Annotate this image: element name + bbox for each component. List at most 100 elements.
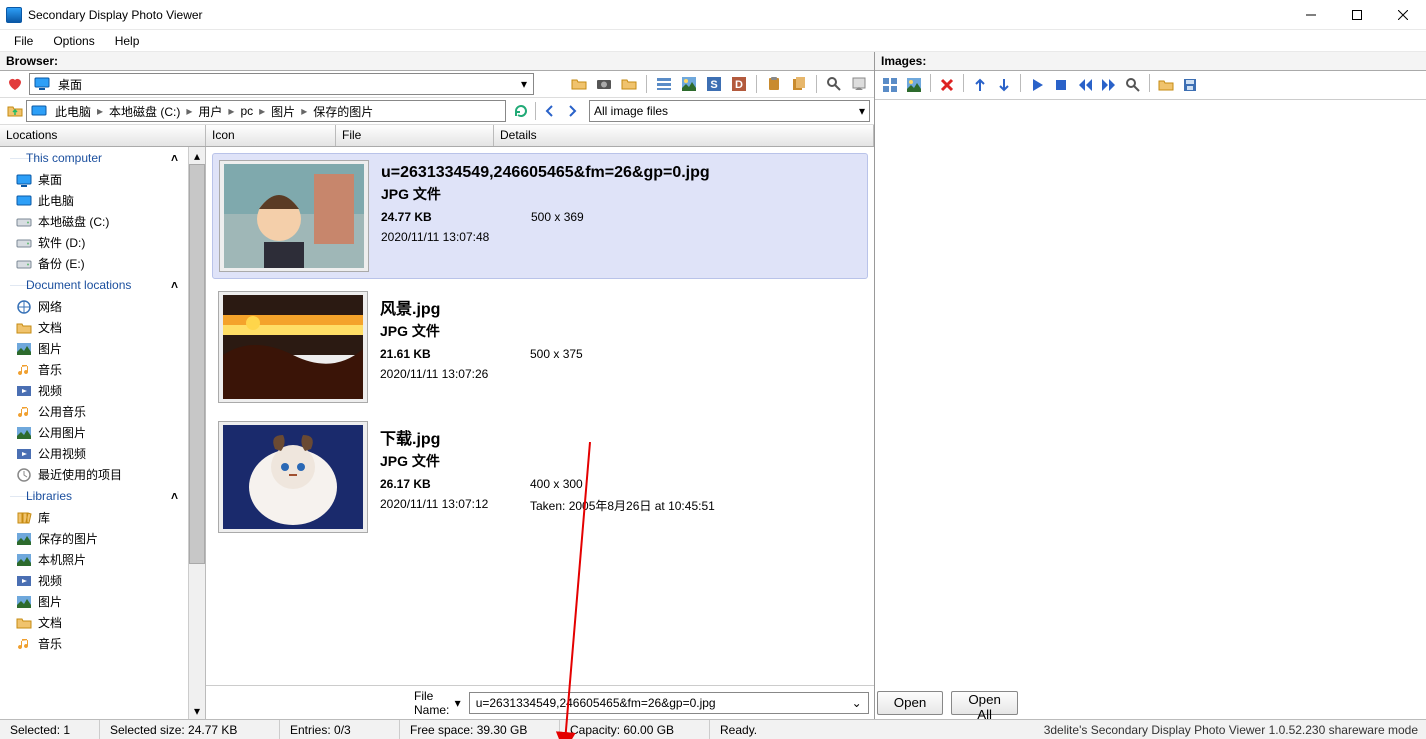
locations-scrollbar[interactable]: ▴ ▾ (188, 147, 205, 719)
maximize-button[interactable] (1334, 0, 1380, 30)
filter-label: All image files (594, 104, 859, 118)
open-button[interactable]: Open (877, 691, 944, 715)
location-item[interactable]: 文档 (0, 317, 188, 338)
location-item[interactable]: 视频 (0, 380, 188, 401)
dup-paste-icon[interactable] (788, 73, 810, 95)
location-label: 文档 (38, 319, 62, 336)
up-folder-icon[interactable] (4, 100, 26, 122)
file-type: JPG 文件 (381, 184, 861, 204)
search-icon[interactable] (823, 73, 845, 95)
breadcrumb[interactable]: 此电脑 ▸ 本地磁盘 (C:) ▸ 用户 ▸ pc ▸ 图片 ▸ 保存的图片 (26, 100, 506, 122)
location-item[interactable]: 备份 (E:) (0, 253, 188, 274)
nav-fwd-icon[interactable] (561, 100, 583, 122)
file-date: 2020/11/11 13:07:12 (380, 497, 530, 514)
collapse-icon[interactable]: ˄ (171, 489, 178, 503)
location-item[interactable]: 公用图片 (0, 422, 188, 443)
zoom-icon[interactable] (1122, 74, 1144, 96)
camera-icon[interactable] (593, 73, 615, 95)
locations-section[interactable]: This computer˄ (0, 147, 188, 169)
menu-options[interactable]: Options (43, 32, 104, 50)
location-item[interactable]: 音乐 (0, 633, 188, 654)
location-item[interactable]: 此电脑 (0, 190, 188, 211)
status-free-space: Free space: 39.30 GB (400, 720, 560, 739)
file-dimensions: 500 x 369 (531, 210, 584, 224)
open-folder-icon[interactable] (568, 73, 590, 95)
forward-icon[interactable] (1098, 74, 1120, 96)
col-details[interactable]: Details (494, 125, 874, 146)
location-item[interactable]: 网络 (0, 296, 188, 317)
menu-help[interactable]: Help (105, 32, 150, 50)
detail-d-icon[interactable]: D (728, 73, 750, 95)
col-locations[interactable]: Locations (0, 125, 206, 146)
status-ready: Ready. (710, 720, 875, 739)
location-item[interactable]: 公用音乐 (0, 401, 188, 422)
music-icon (16, 404, 32, 420)
location-label: 软件 (D:) (38, 234, 85, 251)
breadcrumb-seg[interactable]: 用户 (194, 103, 226, 120)
location-item[interactable]: 图片 (0, 338, 188, 359)
breadcrumb-seg[interactable]: 本地磁盘 (C:) (105, 103, 184, 120)
location-item[interactable]: 本机照片 (0, 549, 188, 570)
file-row[interactable]: 下载.jpg JPG 文件 26.17 KB400 x 300 2020/11/… (212, 415, 868, 539)
tool-dd-icon[interactable] (848, 73, 870, 95)
filter-dropdown[interactable]: All image files ▾ (589, 100, 870, 122)
delete-icon[interactable] (936, 74, 958, 96)
menu-file[interactable]: File (4, 32, 43, 50)
save-icon[interactable] (1179, 74, 1201, 96)
collapse-icon[interactable]: ˄ (171, 151, 178, 165)
layout-grid-icon[interactable] (879, 74, 901, 96)
play-icon[interactable] (1026, 74, 1048, 96)
breadcrumb-seg[interactable]: 保存的图片 (309, 103, 377, 120)
address-dropdown[interactable]: 桌面 ▾ (29, 73, 534, 95)
view-thumb-icon[interactable] (678, 73, 700, 95)
location-item[interactable]: 桌面 (0, 169, 188, 190)
breadcrumb-seg[interactable]: 此电脑 (51, 103, 95, 120)
scroll-up-icon[interactable]: ▴ (189, 147, 205, 164)
breadcrumb-seg[interactable]: 图片 (267, 103, 299, 120)
collapse-icon[interactable]: ˄ (171, 278, 178, 292)
minimize-button[interactable] (1288, 0, 1334, 30)
scroll-down-icon[interactable]: ▾ (189, 702, 205, 719)
col-file[interactable]: File (336, 125, 494, 146)
location-item[interactable]: 软件 (D:) (0, 232, 188, 253)
refresh-icon[interactable] (510, 100, 532, 122)
file-row[interactable]: 风景.jpg JPG 文件 21.61 KB500 x 375 2020/11/… (212, 285, 868, 409)
pic-icon (16, 341, 32, 357)
location-item[interactable]: 最近使用的项目 (0, 464, 188, 485)
browser-pane: Browser: 桌面 ▾ S D (0, 52, 875, 719)
move-down-icon[interactable] (993, 74, 1015, 96)
stop-icon[interactable] (1050, 74, 1072, 96)
paste-icon[interactable] (763, 73, 785, 95)
scrollbar-thumb[interactable] (189, 164, 205, 564)
file-size: 21.61 KB (380, 347, 530, 361)
desktop-icon (16, 172, 32, 188)
close-button[interactable] (1380, 0, 1426, 30)
location-item[interactable]: 公用视频 (0, 443, 188, 464)
location-item[interactable]: 文档 (0, 612, 188, 633)
sort-s-icon[interactable]: S (703, 73, 725, 95)
layout-image-icon[interactable] (903, 74, 925, 96)
view-details-icon[interactable] (653, 73, 675, 95)
location-item[interactable]: 保存的图片 (0, 528, 188, 549)
location-item[interactable]: 库 (0, 507, 188, 528)
move-up-icon[interactable] (969, 74, 991, 96)
open-img-icon[interactable] (1155, 74, 1177, 96)
file-name-dropdown[interactable]: u=2631334549,246605465&fm=26&gp=0.jpg ⌄ (469, 692, 869, 714)
breadcrumb-seg[interactable]: pc (236, 104, 257, 118)
folder2-icon[interactable] (618, 73, 640, 95)
locations-section[interactable]: Libraries˄ (0, 485, 188, 507)
locations-section[interactable]: Document locations˄ (0, 274, 188, 296)
favorite-icon[interactable] (4, 73, 26, 95)
location-item[interactable]: 本地磁盘 (C:) (0, 211, 188, 232)
nav-back-icon[interactable] (539, 100, 561, 122)
location-item[interactable]: 视频 (0, 570, 188, 591)
svg-text:S: S (710, 79, 717, 91)
location-item[interactable]: 音乐 (0, 359, 188, 380)
open-all-button[interactable]: Open All (951, 691, 1018, 715)
rewind-icon[interactable] (1074, 74, 1096, 96)
drive-icon (16, 256, 32, 272)
window-title: Secondary Display Photo Viewer (28, 8, 203, 22)
location-item[interactable]: 图片 (0, 591, 188, 612)
file-row[interactable]: u=2631334549,246605465&fm=26&gp=0.jpg JP… (212, 153, 868, 279)
col-icon[interactable]: Icon (206, 125, 336, 146)
